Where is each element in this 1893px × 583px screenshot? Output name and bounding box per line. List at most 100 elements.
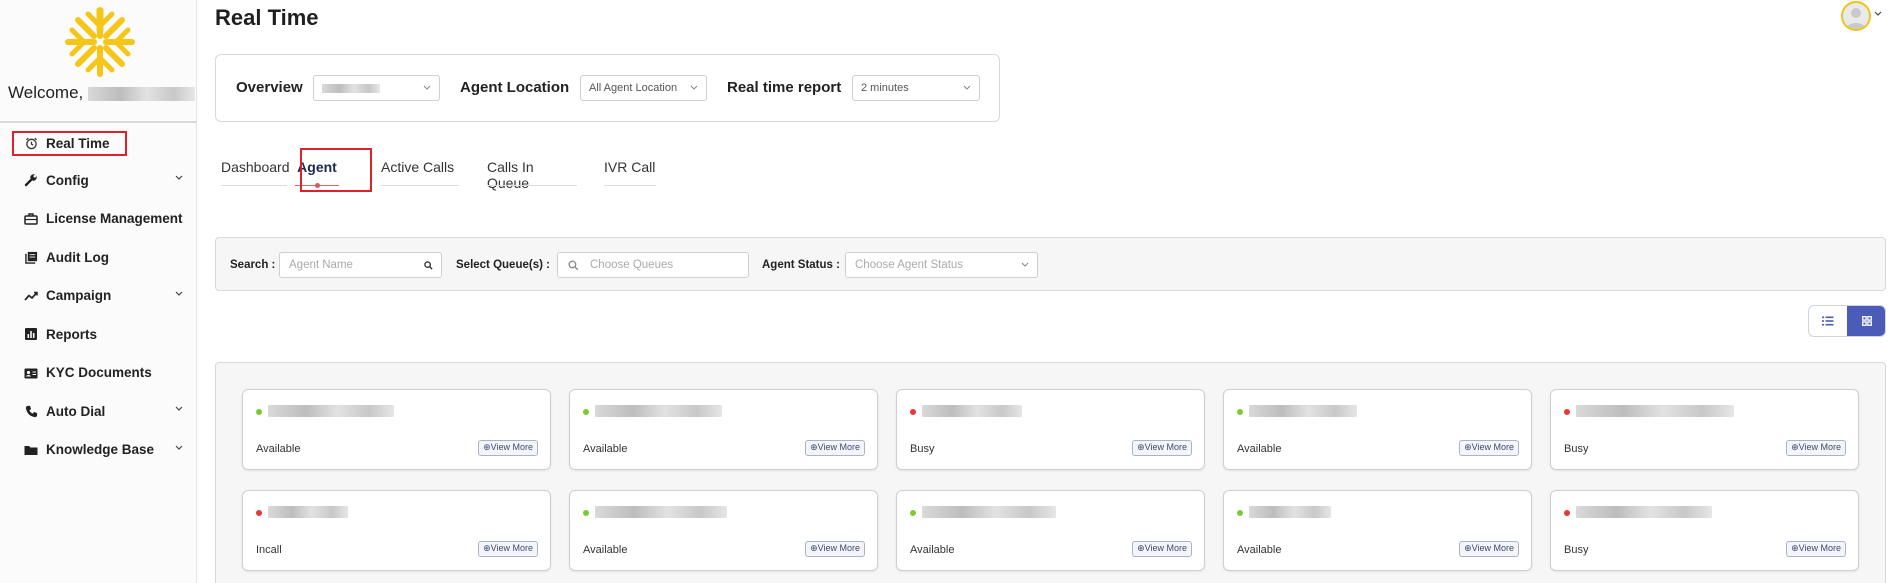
agent-status: Available bbox=[1237, 443, 1282, 455]
view-more-button[interactable]: ⊕View More bbox=[805, 440, 865, 456]
agent-card: Busy ⊕View More bbox=[1550, 389, 1859, 470]
sidebar-item-license-management[interactable]: License Management bbox=[0, 200, 197, 239]
view-more-button[interactable]: ⊕View More bbox=[1132, 440, 1192, 456]
view-more-button[interactable]: ⊕View More bbox=[1786, 541, 1846, 557]
agent-card: Available ⊕View More bbox=[569, 490, 878, 571]
view-more-button[interactable]: ⊕View More bbox=[478, 440, 538, 456]
sidebar-item-reports[interactable]: Reports bbox=[0, 315, 197, 354]
agent-search-input[interactable]: Agent Name bbox=[279, 252, 442, 278]
chevron-down-icon bbox=[1021, 262, 1029, 267]
id-card-icon bbox=[24, 366, 38, 380]
highlight-real-time bbox=[12, 131, 127, 156]
redacted-agent-name bbox=[268, 405, 394, 417]
view-more-label: View More bbox=[1471, 543, 1514, 553]
agent-card: Available ⊕View More bbox=[1223, 389, 1532, 470]
plus-circle-icon: ⊕ bbox=[1137, 442, 1145, 452]
view-more-button[interactable]: ⊕View More bbox=[1786, 440, 1846, 456]
redacted-username bbox=[88, 86, 195, 101]
agent-location-label: Agent Location bbox=[460, 79, 570, 96]
search-icon bbox=[424, 261, 433, 270]
realtime-report-label: Real time report bbox=[727, 79, 842, 96]
plus-circle-icon: ⊕ bbox=[1791, 543, 1799, 553]
briefcase-icon bbox=[24, 212, 38, 226]
user-avatar[interactable] bbox=[1841, 1, 1871, 31]
view-more-button[interactable]: ⊕View More bbox=[1132, 541, 1192, 557]
chevron-down-icon bbox=[963, 85, 971, 90]
status-dot bbox=[583, 510, 589, 516]
search-placeholder: Agent Name bbox=[289, 259, 353, 271]
view-more-label: View More bbox=[1798, 543, 1841, 553]
overview-label: Overview bbox=[236, 79, 303, 96]
sidebar-item-campaign[interactable]: Campaign bbox=[0, 277, 197, 316]
redacted-agent-name bbox=[1249, 506, 1331, 518]
status-dot bbox=[910, 409, 916, 415]
sidebar-item-knowledge-base[interactable]: Knowledge Base bbox=[0, 431, 197, 470]
tab-label: Dashboard bbox=[221, 159, 290, 175]
sidebar-item-label: Reports bbox=[46, 326, 98, 342]
tab-active-calls[interactable]: Active Calls bbox=[381, 148, 459, 186]
chevron-down-icon bbox=[175, 291, 183, 296]
chevron-down-icon bbox=[175, 175, 183, 180]
chevron-down-icon bbox=[423, 85, 431, 90]
tab-ivr-call[interactable]: IVR Call bbox=[604, 148, 656, 186]
queues-label: Select Queue(s) : bbox=[456, 259, 550, 271]
redacted-agent-name bbox=[922, 506, 1056, 518]
view-more-button[interactable]: ⊕View More bbox=[1459, 440, 1519, 456]
welcome-text: Welcome, bbox=[8, 83, 195, 103]
view-more-button[interactable]: ⊕View More bbox=[805, 541, 865, 557]
agent-status: Available bbox=[256, 443, 301, 455]
overview-panel: Overview Agent Location All Agent Locati… bbox=[215, 54, 1000, 122]
sidebar-item-label: Config bbox=[46, 172, 89, 188]
list-view-button[interactable] bbox=[1809, 306, 1847, 336]
view-more-button[interactable]: ⊕View More bbox=[1459, 541, 1519, 557]
sidebar-nav: Real Time Config License Management Audit L… bbox=[0, 128, 197, 469]
page-title: Real Time bbox=[215, 5, 319, 30]
agent-card: Available ⊕View More bbox=[896, 490, 1205, 571]
sidebar-item-label: KYC Documents bbox=[46, 365, 152, 381]
chevron-down-icon[interactable] bbox=[1874, 11, 1882, 17]
agents-grid-panel: Available ⊕View More Available ⊕View More Bu… bbox=[215, 362, 1886, 583]
agent-status-label: Agent Status : bbox=[762, 259, 840, 271]
agent-status: Incall bbox=[256, 544, 282, 556]
redacted-agent-name bbox=[922, 405, 1022, 417]
agent-location-select[interactable]: All Agent Location bbox=[580, 75, 707, 101]
view-more-label: View More bbox=[490, 543, 533, 553]
status-dot bbox=[583, 409, 589, 415]
status-dot bbox=[1564, 510, 1570, 516]
status-dot bbox=[910, 510, 916, 516]
plus-circle-icon: ⊕ bbox=[483, 543, 491, 553]
realtime-report-select[interactable]: 2 minutes bbox=[852, 75, 980, 101]
view-more-button[interactable]: ⊕View More bbox=[478, 541, 538, 557]
view-toggle bbox=[1808, 305, 1886, 337]
sidebar-item-audit-log[interactable]: Audit Log bbox=[0, 238, 197, 277]
agent-status: Available bbox=[583, 544, 628, 556]
agent-card: Available ⊕View More bbox=[569, 389, 878, 470]
folder-icon bbox=[24, 443, 38, 457]
chevron-down-icon bbox=[690, 85, 698, 90]
view-more-label: View More bbox=[817, 543, 860, 553]
book-icon bbox=[24, 250, 38, 264]
highlight-agent-tab bbox=[300, 148, 372, 192]
sidebar-item-label: License Management bbox=[46, 211, 183, 227]
plus-circle-icon: ⊕ bbox=[1137, 543, 1145, 553]
plus-circle-icon: ⊕ bbox=[810, 543, 818, 553]
overview-select[interactable] bbox=[313, 75, 440, 101]
plus-circle-icon: ⊕ bbox=[810, 442, 818, 452]
tab-calls-in-queue[interactable]: Calls In Queue bbox=[487, 148, 577, 191]
filter-bar: Search : Agent Name Select Queue(s) : Ch… bbox=[215, 237, 1886, 291]
sidebar-item-config[interactable]: Config bbox=[0, 161, 197, 200]
plus-circle-icon: ⊕ bbox=[1464, 442, 1472, 452]
queues-select[interactable]: Choose Queues bbox=[557, 252, 749, 278]
agent-status: Busy bbox=[910, 443, 935, 455]
sidebar-item-kyc-documents[interactable]: KYC Documents bbox=[0, 354, 197, 393]
status-dot bbox=[256, 409, 262, 415]
agent-card: Busy ⊕View More bbox=[1550, 490, 1859, 571]
grid-view-button[interactable] bbox=[1847, 306, 1885, 336]
sidebar-divider bbox=[0, 121, 197, 123]
list-icon bbox=[1822, 316, 1834, 326]
tab-dashboard[interactable]: Dashboard bbox=[221, 148, 290, 186]
status-dot bbox=[1237, 510, 1243, 516]
sidebar-item-auto-dial[interactable]: Auto Dial bbox=[0, 392, 197, 431]
chevron-down-icon bbox=[175, 406, 183, 411]
agent-status-select[interactable]: Choose Agent Status bbox=[845, 252, 1038, 278]
